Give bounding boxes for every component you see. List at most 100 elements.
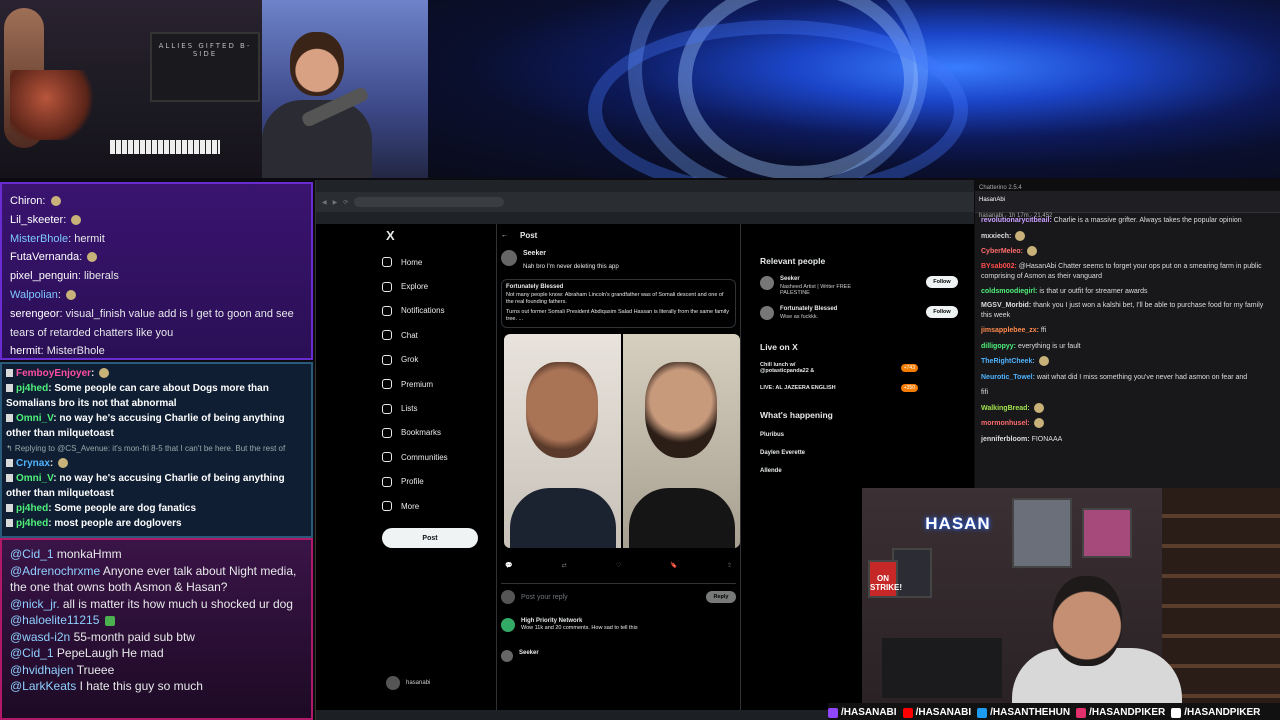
chat-username[interactable]: @wasd-i2n — [10, 630, 70, 644]
trend-label: Allende — [760, 468, 782, 474]
chat-username[interactable]: Chiron — [10, 195, 42, 207]
social-ticker: /HASANABI/HASANABI/HASANTHEHUN/HASANDPIK… — [828, 703, 1280, 720]
trend-label: Daylen Everette — [760, 450, 806, 456]
nav-item-home[interactable]: Home — [382, 250, 482, 274]
chat-username[interactable]: @LarkKeats — [10, 679, 76, 693]
reload-icon[interactable]: ⟳ — [343, 199, 348, 206]
chat-username[interactable]: Omni_V — [16, 473, 53, 484]
nav-item-communities[interactable]: Communities — [382, 445, 482, 469]
chat-message: hermit: MisterBhole — [10, 342, 303, 358]
chat-username[interactable]: pj4hed — [16, 503, 48, 514]
piano-keyboard — [110, 140, 220, 154]
chat-username[interactable]: revolutionarycitbeail: — [981, 217, 1052, 224]
chat-username[interactable]: @haloelite11215 — [10, 613, 99, 627]
chat-panel-top: Chiron: Lil_skeeter: MisterBhole: hermit… — [0, 182, 313, 360]
chat-username[interactable]: Crynax — [16, 458, 50, 469]
chat-username[interactable]: TheRightCheek: — [981, 358, 1035, 365]
back-icon[interactable]: ◀ — [322, 199, 327, 206]
nav-item-notifications[interactable]: Notifications — [382, 299, 482, 323]
browser-tab-bar[interactable] — [316, 180, 974, 192]
chat-username[interactable]: BYsab002: — [981, 263, 1017, 270]
chat-message: fifi — [975, 385, 1280, 401]
nav-item-premium[interactable]: Premium — [382, 372, 482, 396]
channel-tab[interactable]: HasanAbi — [979, 193, 1276, 209]
x-logo-icon[interactable]: X — [386, 228, 482, 243]
address-bar[interactable]: ◀ ▶ ⟳ — [316, 192, 974, 212]
chat-username[interactable]: Lil_skeeter — [10, 214, 63, 226]
nav-item-grok[interactable]: Grok — [382, 348, 482, 372]
bookmarks-bar[interactable] — [316, 212, 974, 224]
chat-username[interactable]: @Cid_1 — [10, 646, 54, 660]
chat-username[interactable]: coldsmoodiegirl: — [981, 288, 1037, 295]
chat-username[interactable]: FutaVernanda — [10, 251, 79, 263]
person-name[interactable]: Fortunately Blessed — [780, 306, 870, 312]
chat-username[interactable]: pixel_penguin — [10, 270, 78, 282]
back-arrow-icon[interactable]: ← — [501, 232, 508, 239]
author-avatar[interactable] — [501, 250, 517, 266]
chat-username[interactable]: WalkingBread: — [981, 405, 1030, 412]
trend-item[interactable]: Daylen Everette — [760, 450, 958, 456]
streamer-head — [1052, 576, 1122, 666]
chat-text: fifi — [981, 389, 988, 396]
reply-input[interactable]: Post your reply — [521, 594, 568, 601]
person-name[interactable]: Seeker — [780, 276, 870, 282]
chat-username[interactable]: Walpolian — [10, 289, 58, 301]
reply-button[interactable]: Reply — [706, 591, 736, 603]
chat-username[interactable]: dilligopyy: — [981, 343, 1016, 350]
author-name[interactable]: Seeker — [523, 250, 619, 257]
chat-username[interactable]: pj4hed — [16, 383, 48, 394]
nav-item-lists[interactable]: Lists — [382, 396, 482, 420]
account-switcher[interactable]: hasanabi — [386, 676, 496, 690]
nav-item-label: Bookmarks — [401, 428, 442, 438]
follow-button[interactable]: Follow — [926, 276, 958, 288]
chat-username[interactable]: @Adrenochrxme — [10, 564, 100, 578]
chat-username[interactable]: hermit — [10, 345, 41, 357]
trend-item[interactable]: Allende — [760, 468, 958, 474]
chat-username[interactable]: FemboyEnjoyer — [16, 368, 91, 379]
post-image[interactable] — [504, 334, 740, 548]
chat-username[interactable]: @nick_jr. — [10, 597, 60, 611]
social-handle: /HASANDPIKER — [1171, 705, 1260, 720]
quoted-author: Fortunately Blessed — [506, 284, 564, 290]
nav-item-chat[interactable]: Chat — [382, 323, 482, 347]
repost-icon[interactable]: ⇄ — [562, 562, 567, 569]
chat-message: jenniferbloom: FIONAAA — [975, 432, 1280, 448]
trend-item[interactable]: Pluribus — [760, 432, 958, 438]
chat-message: MisterBhole: hermit — [10, 230, 303, 249]
reply-icon[interactable]: 💬 — [505, 562, 512, 569]
live-item[interactable]: Chill lunch w/ @potasticpanda22 & +743 — [760, 362, 958, 374]
quoted-post[interactable]: Fortunately Blessed Not many people know… — [501, 279, 736, 328]
url-field[interactable] — [354, 197, 505, 207]
chat-username[interactable]: mxxiech: — [981, 233, 1011, 240]
bookmark-icon[interactable]: 🔖 — [670, 562, 677, 569]
chat-username[interactable]: MisterBhole — [10, 233, 68, 245]
chat-username[interactable]: mormonhusel: — [981, 420, 1030, 427]
chat-username[interactable]: Neurotic_Towel: — [981, 374, 1035, 381]
relevant-person[interactable]: Seeker Nasheed Artist | Writer FREE PALES… — [760, 276, 958, 296]
chat-username[interactable]: Omni_V — [16, 413, 53, 424]
nav-item-more[interactable]: More — [382, 494, 482, 518]
chat-username[interactable]: jenniferbloom: — [981, 436, 1030, 443]
nav-item-explore[interactable]: Explore — [382, 274, 482, 298]
share-icon[interactable]: ⇪ — [727, 562, 732, 569]
post-button[interactable]: Post — [382, 528, 478, 549]
chat-message: Chiron: — [10, 192, 303, 211]
chat-text: 55-month paid sub btw — [73, 629, 195, 644]
relevant-person[interactable]: Fortunately Blessed Wise as fuckkk. Follow — [760, 306, 958, 320]
chat-username[interactable]: jimsapplebee_zx: — [981, 327, 1039, 334]
chat-username[interactable]: @Cid_1 — [10, 547, 54, 561]
follow-button[interactable]: Follow — [926, 306, 958, 318]
forward-icon[interactable]: ▶ — [333, 199, 338, 206]
nav-item-bookmarks[interactable]: Bookmarks — [382, 421, 482, 445]
reply-author[interactable]: Seeker — [519, 650, 539, 662]
like-icon[interactable]: ♡ — [616, 562, 621, 569]
chat-username[interactable]: pj4hed — [16, 518, 48, 529]
chat-username[interactable]: MGSV_Morbid: — [981, 302, 1031, 309]
photo-right — [623, 334, 740, 548]
chat-username[interactable]: CyberMeleo: — [981, 248, 1023, 255]
chat-username[interactable]: serengeor — [10, 308, 60, 320]
live-item[interactable]: LIVE: AL JAZEERA ENGLISH +350 — [760, 384, 958, 392]
nav-item-profile[interactable]: Profile — [382, 470, 482, 494]
chat-username[interactable]: @hvidhajen — [10, 663, 74, 677]
